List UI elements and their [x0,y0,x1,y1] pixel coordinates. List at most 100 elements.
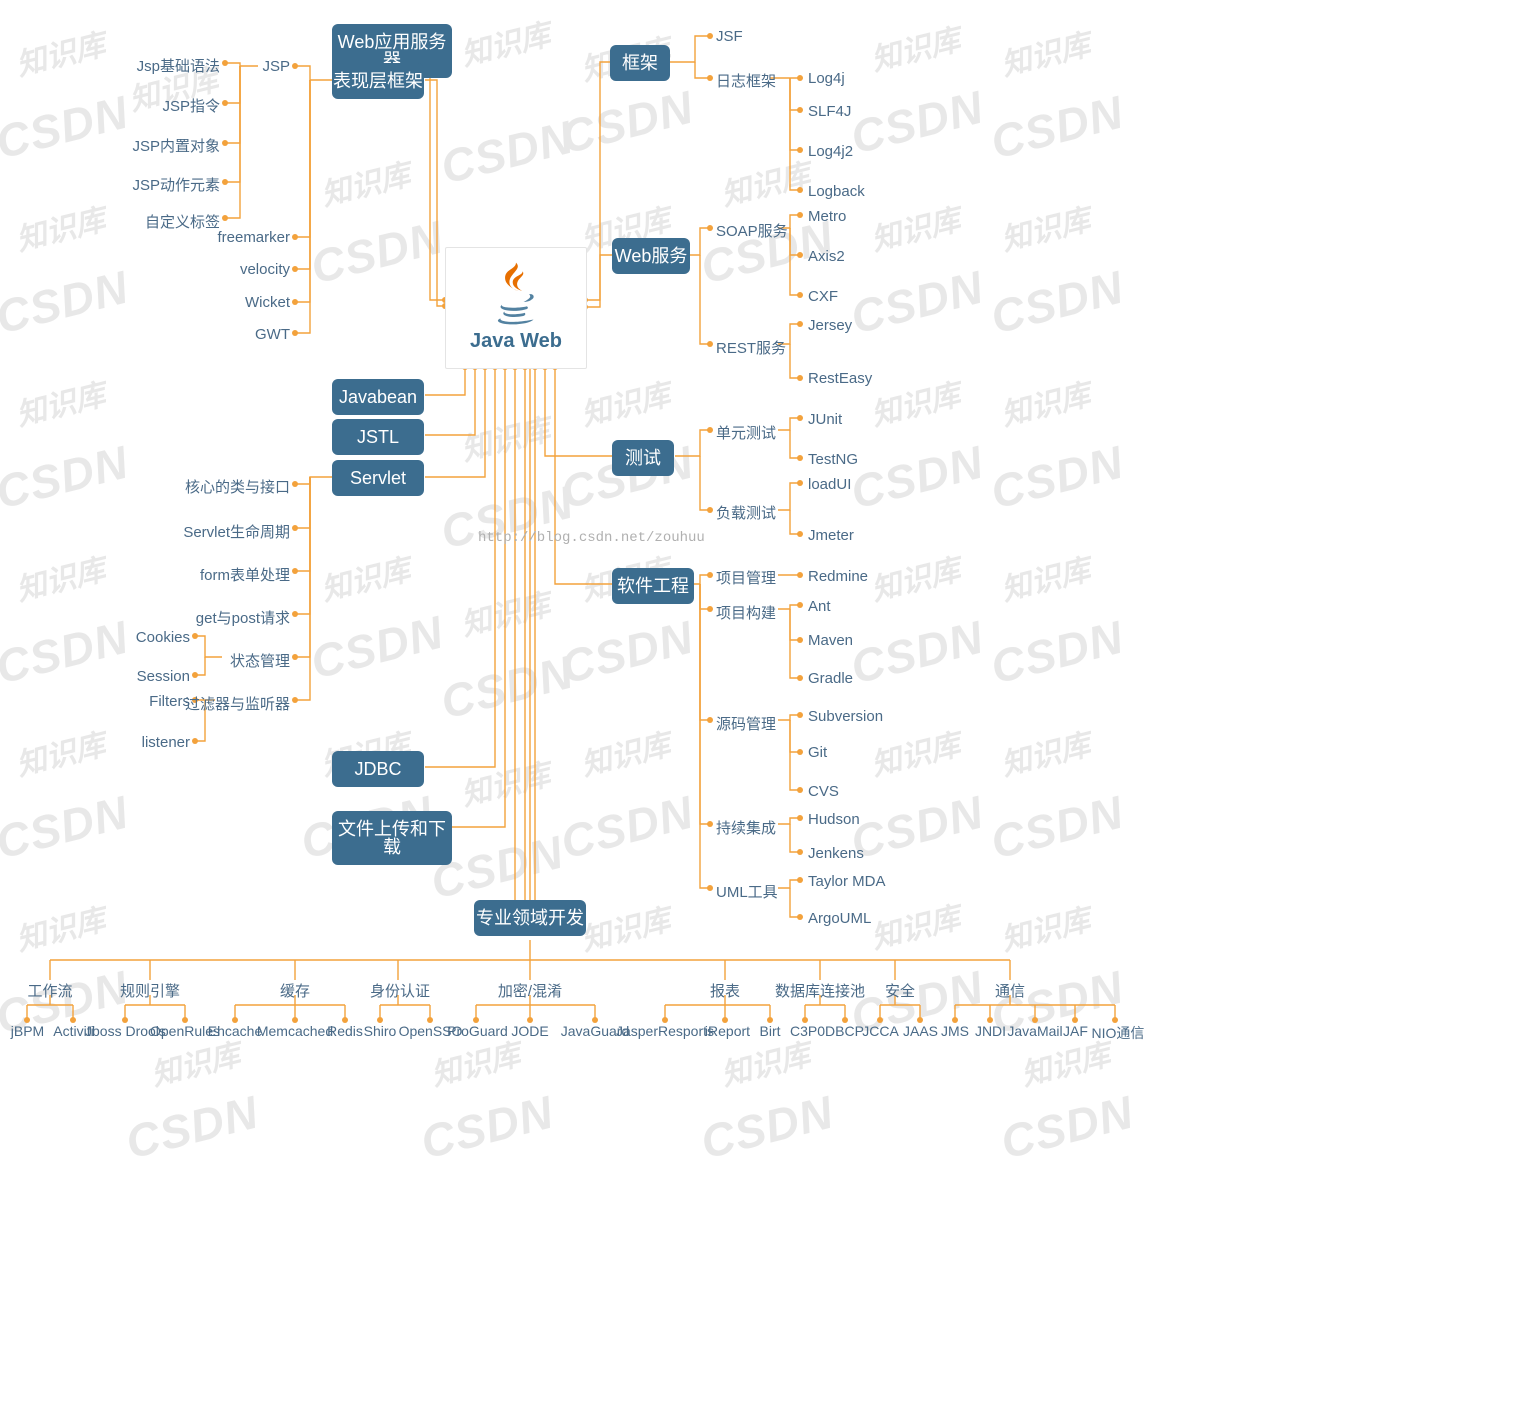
watermark-csdn: CSDN [695,1085,838,1170]
watermark-csdn: CSDN [415,1085,558,1170]
node-loadui[interactable]: loadUI [808,476,851,493]
node-log4j[interactable]: Log4j [808,70,845,87]
leaf-jcca[interactable]: JCCA [858,1023,903,1039]
java-icon [481,256,551,326]
node-pm[interactable]: 项目管理 [716,567,776,588]
node-jersey[interactable]: Jersey [808,317,852,334]
node-maven[interactable]: Maven [808,632,853,649]
watermark-csdn: CSDN [305,605,448,690]
domain-workflow[interactable]: 工作流 [10,980,90,1001]
node-wicket[interactable]: Wicket [200,294,290,311]
node-scm[interactable]: 源码管理 [716,713,776,734]
leaf-birt[interactable]: Birt [750,1023,790,1039]
node-jenkens[interactable]: Jenkens [808,845,864,862]
leaf-jode[interactable]: JODE [505,1023,555,1039]
watermark-zsk: 知识库 [576,895,674,959]
node-rest[interactable]: REST服务 [716,337,786,358]
node-jsp-action[interactable]: JSP动作元素 [110,174,220,195]
node-svn[interactable]: Subversion [808,708,883,725]
domain-rules[interactable]: 规则引擎 [110,980,190,1001]
watermark-zsk: 知识库 [996,370,1094,434]
watermark-csdn: CSDN [995,1085,1138,1170]
node-jsp-direct[interactable]: JSP指令 [110,95,220,116]
leaf-nio[interactable]: NIO通信 [1088,1023,1148,1043]
node-gwt[interactable]: GWT [200,326,290,343]
node-ant[interactable]: Ant [808,598,831,615]
watermark-csdn: CSDN [845,785,988,870]
node-gradle[interactable]: Gradle [808,670,853,687]
watermark-csdn: CSDN [845,435,988,520]
watermark-zsk: 知识库 [146,1030,244,1094]
node-slf4j[interactable]: SLF4J [808,103,851,120]
node-axis2[interactable]: Axis2 [808,248,845,265]
domain-security[interactable]: 安全 [870,980,930,1001]
node-cookies[interactable]: Cookies [110,629,190,646]
watermark-zsk: 知识库 [866,545,964,609]
domain-dbpool[interactable]: 数据库连接池 [770,980,870,1001]
node-resteasy[interactable]: RestEasy [808,370,872,387]
domain-crypto[interactable]: 加密/混淆 [490,980,570,1001]
node-jmeter[interactable]: Jmeter [808,527,854,544]
pill-file-updown[interactable]: 文件上传和下载 [332,811,452,865]
domain-auth[interactable]: 身份认证 [360,980,440,1001]
leaf-proguard[interactable]: ProGuard [445,1023,510,1039]
pill-domain-dev[interactable]: 专业领域开发 [474,900,586,936]
node-session[interactable]: Session [110,668,190,685]
node-soap[interactable]: SOAP服务 [716,220,788,241]
node-listener[interactable]: listener [110,734,190,751]
watermark-zsk: 知识库 [576,370,674,434]
watermark-zsk: 知识库 [426,1030,524,1094]
node-redmine[interactable]: Redmine [808,568,868,585]
node-load[interactable]: 负载测试 [716,502,776,523]
leaf-ireport[interactable]: iReport [700,1023,755,1039]
node-servlet-life[interactable]: Servlet生命周期 [170,521,290,542]
pill-se[interactable]: 软件工程 [612,568,694,604]
watermark-csdn: CSDN [305,210,448,295]
node-jsp-custom[interactable]: 自定义标签 [110,211,220,232]
leaf-javamail[interactable]: JavaMail [1005,1023,1065,1039]
node-argo[interactable]: ArgoUML [808,910,871,927]
pill-webservice[interactable]: Web服务 [612,238,690,274]
node-servlet-form[interactable]: form表单处理 [170,564,290,585]
node-hudson[interactable]: Hudson [808,811,860,828]
node-cvs[interactable]: CVS [808,783,839,800]
pill-javabean[interactable]: Javabean [332,379,424,415]
node-servlet-core[interactable]: 核心的类与接口 [170,476,290,497]
domain-report[interactable]: 报表 [690,980,760,1001]
pill-jdbc[interactable]: JDBC [332,751,424,787]
node-taylor[interactable]: Taylor MDA [808,873,886,890]
node-logback[interactable]: Logback [808,183,865,200]
domain-comm[interactable]: 通信 [980,980,1040,1001]
node-git[interactable]: Git [808,744,827,761]
watermark-zsk: 知识库 [316,150,414,214]
watermark-csdn: CSDN [435,110,578,195]
watermark-csdn: CSDN [555,610,698,695]
pill-jstl[interactable]: JSTL [332,419,424,455]
node-jsp-builtin[interactable]: JSP内置对象 [110,135,220,156]
node-jsp-basic[interactable]: Jsp基础语法 [110,55,220,76]
pill-test[interactable]: 测试 [612,440,674,476]
domain-cache[interactable]: 缓存 [260,980,330,1001]
node-junit[interactable]: JUnit [808,411,842,428]
node-build[interactable]: 项目构建 [716,602,776,623]
node-logfw[interactable]: 日志框架 [716,70,776,91]
node-cxf[interactable]: CXF [808,288,838,305]
node-testng[interactable]: TestNG [808,451,858,468]
node-jsf[interactable]: JSF [716,28,743,45]
node-unit[interactable]: 单元测试 [716,422,776,443]
node-ci[interactable]: 持续集成 [716,817,776,838]
pill-framework[interactable]: 框架 [610,45,670,81]
node-filters[interactable]: Filters [110,693,190,710]
watermark-zsk: 知识库 [996,720,1094,784]
node-log4j2[interactable]: Log4j2 [808,143,853,160]
watermark-csdn: CSDN [435,475,578,560]
watermark-csdn: CSDN [985,610,1128,695]
node-servlet-getpost[interactable]: get与post请求 [170,607,290,628]
watermark-csdn: CSDN [0,785,134,870]
pill-servlet[interactable]: Servlet [332,460,424,496]
watermark-csdn: CSDN [0,260,134,345]
pill-view-framework[interactable]: 表现层框架 [332,63,424,99]
node-uml[interactable]: UML工具 [716,881,778,902]
node-velocity[interactable]: velocity [200,261,290,278]
node-metro[interactable]: Metro [808,208,846,225]
